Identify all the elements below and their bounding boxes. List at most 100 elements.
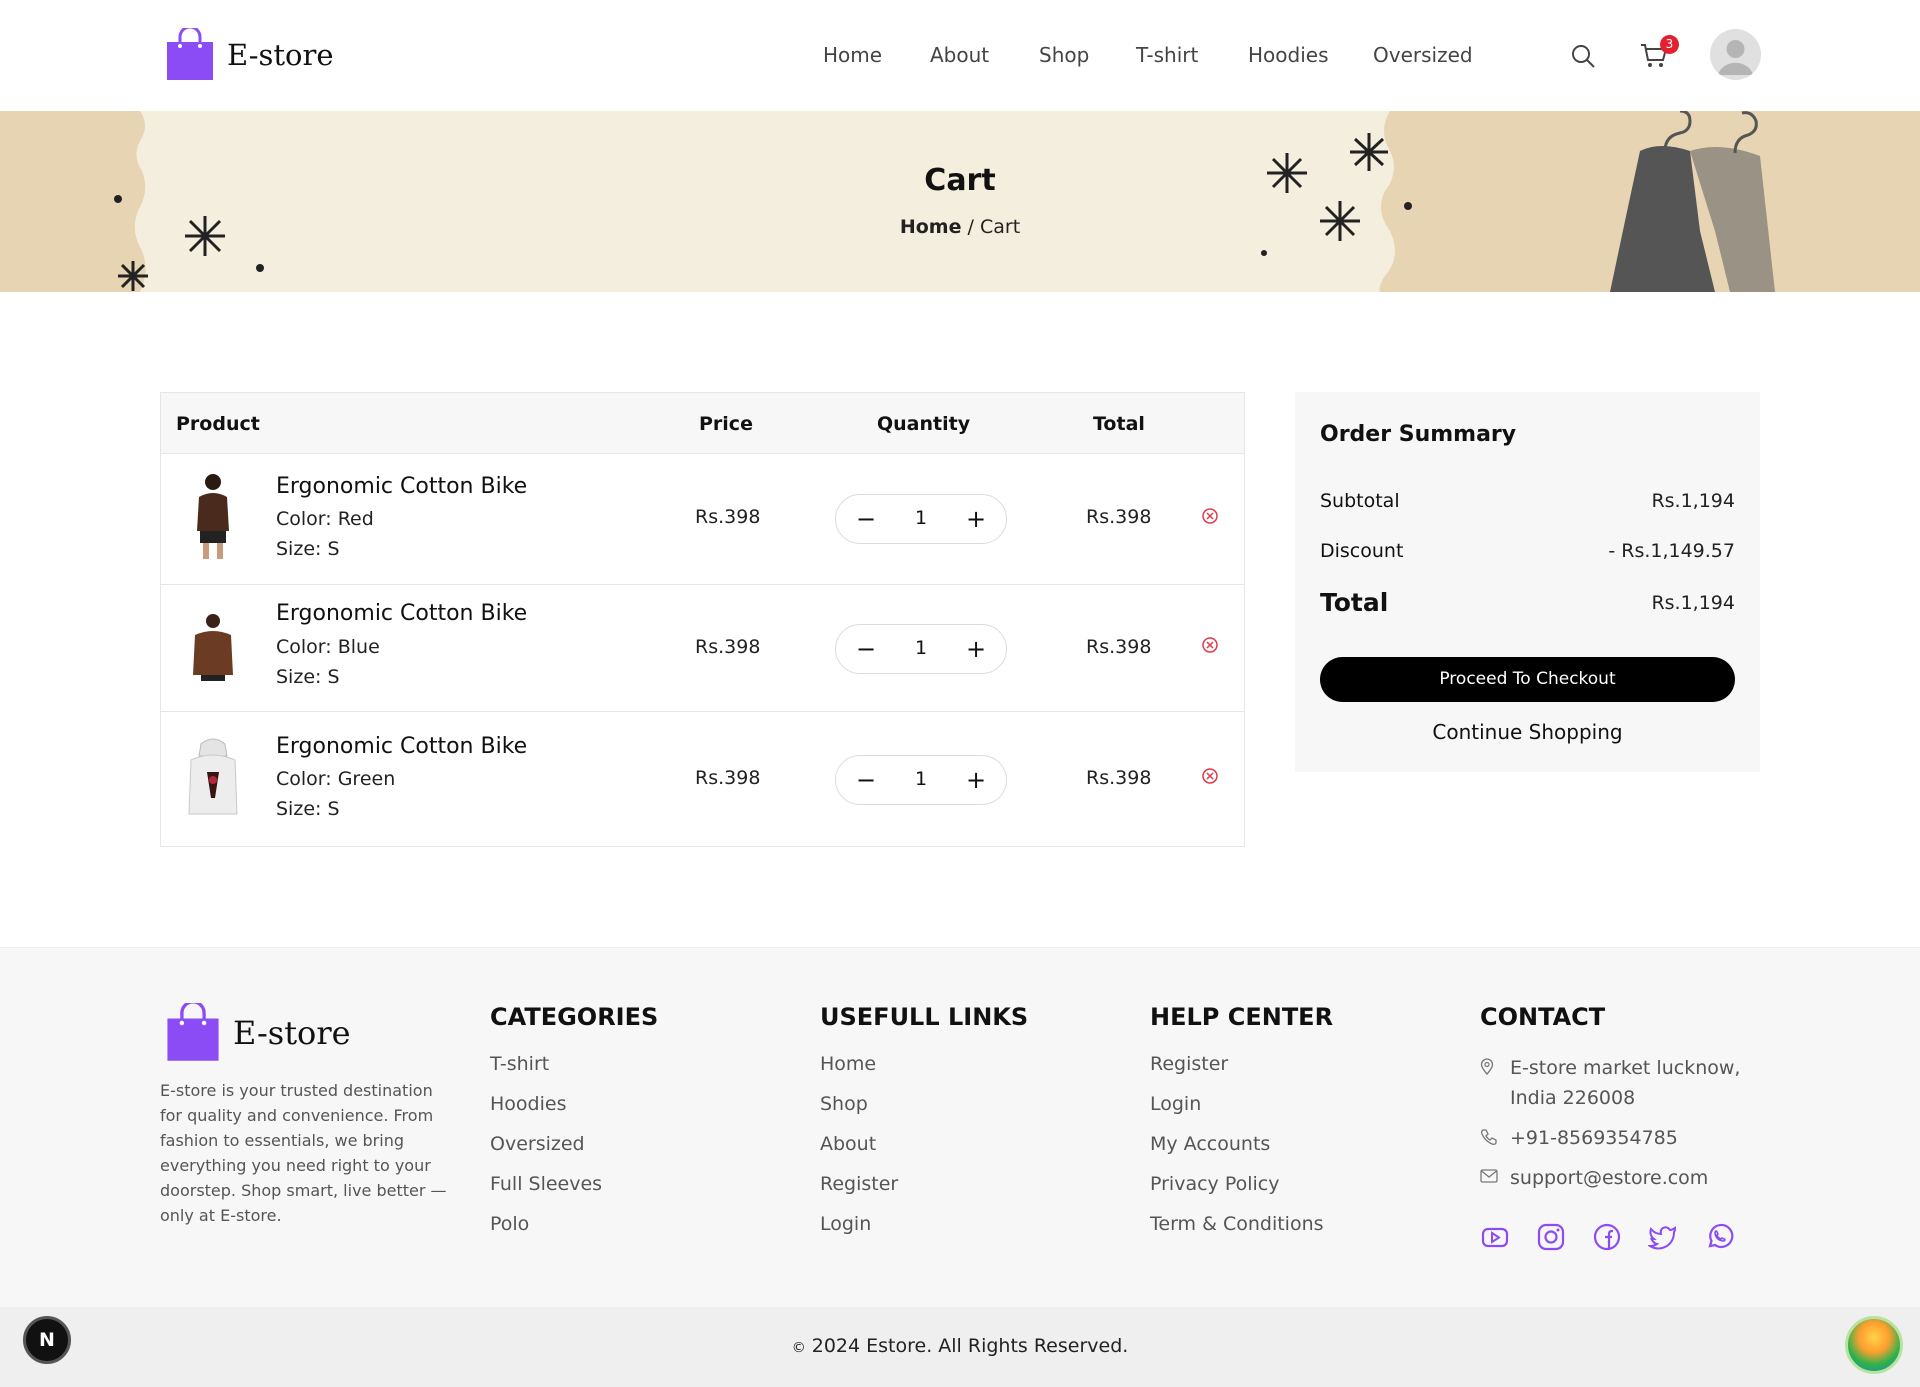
footer-link[interactable]: T-shirt xyxy=(490,1053,658,1093)
remove-icon[interactable] xyxy=(1201,507,1219,525)
footer-link[interactable]: Login xyxy=(1150,1093,1333,1133)
breadcrumb-current: / Cart xyxy=(967,216,1021,238)
product-image[interactable] xyxy=(183,603,243,695)
footer-link[interactable]: Full Sleeves xyxy=(490,1173,658,1213)
decrease-button[interactable]: − xyxy=(849,502,883,536)
footer-link[interactable]: About xyxy=(820,1133,1028,1173)
shopping-bag-icon xyxy=(167,28,213,80)
quantity-value[interactable]: 1 xyxy=(896,637,946,659)
footer-contact: CONTACT E-store market lucknow, India 22… xyxy=(1480,1003,1770,1193)
nav-home[interactable]: Home xyxy=(823,43,882,67)
footer-link[interactable]: My Accounts xyxy=(1150,1133,1333,1173)
discount-value: - Rs.1,149.57 xyxy=(1608,540,1735,562)
instagram-icon[interactable] xyxy=(1536,1222,1566,1252)
table-header: Product Price Quantity Total xyxy=(161,393,1244,454)
whatsapp-icon[interactable] xyxy=(1704,1222,1734,1252)
decrease-button[interactable]: − xyxy=(849,632,883,666)
table-row: Ergonomic Cotton Bike Color: Green Size:… xyxy=(161,712,1244,846)
phone-text: +91-8569354785 xyxy=(1510,1127,1678,1149)
remove-icon[interactable] xyxy=(1201,767,1219,785)
footer-link[interactable]: Term & Conditions xyxy=(1150,1213,1333,1253)
increase-button[interactable]: + xyxy=(959,763,993,797)
categories-heading: CATEGORIES xyxy=(490,1003,659,1031)
increase-button[interactable]: + xyxy=(959,632,993,666)
email-text: support@estore.com xyxy=(1510,1167,1709,1189)
footer-link[interactable]: Home xyxy=(820,1053,1028,1093)
nav-oversized[interactable]: Oversized xyxy=(1373,43,1473,67)
footer-brand-name: E-store xyxy=(233,1014,351,1052)
footer-link[interactable]: Privacy Policy xyxy=(1150,1173,1333,1213)
product-price: Rs.398 xyxy=(695,506,761,528)
user-icon xyxy=(1718,40,1753,75)
product-size: Size: S xyxy=(276,538,340,560)
footer-categories: CATEGORIES T-shirt Hoodies Oversized Ful… xyxy=(490,1003,658,1253)
continue-shopping-link[interactable]: Continue Shopping xyxy=(1320,720,1735,744)
quantity-value[interactable]: 1 xyxy=(896,768,946,790)
product-name[interactable]: Ergonomic Cotton Bike xyxy=(276,734,527,759)
twitter-icon[interactable] xyxy=(1648,1222,1678,1252)
remove-icon[interactable] xyxy=(1201,636,1219,654)
facebook-icon[interactable] xyxy=(1592,1222,1622,1252)
total-label: Total xyxy=(1320,588,1389,617)
footer-link[interactable]: Oversized xyxy=(490,1133,658,1173)
footer-link[interactable]: Polo xyxy=(490,1213,658,1253)
product-name[interactable]: Ergonomic Cotton Bike xyxy=(276,474,527,499)
phone-icon xyxy=(1481,1129,1497,1145)
product-color: Color: Green xyxy=(276,768,396,790)
footer-link[interactable]: Hoodies xyxy=(490,1093,658,1133)
shopping-bag-icon xyxy=(167,1003,219,1061)
social-links xyxy=(1480,1222,1760,1252)
floating-app-icon[interactable] xyxy=(1845,1316,1903,1374)
quantity-stepper: − 1 + xyxy=(835,494,1007,544)
footer-logo[interactable]: E-store xyxy=(165,1003,351,1063)
nav-shop[interactable]: Shop xyxy=(1039,43,1089,67)
contact-heading: CONTACT xyxy=(1480,1003,1606,1031)
nav-tshirt[interactable]: T-shirt xyxy=(1136,43,1198,67)
footer-help-center: HELP CENTER Register Login My Accounts P… xyxy=(1150,1003,1333,1253)
nav-about[interactable]: About xyxy=(930,43,989,67)
product-image[interactable] xyxy=(183,732,243,824)
decrease-button[interactable]: − xyxy=(849,763,883,797)
header-quantity: Quantity xyxy=(877,413,971,435)
contact-phone[interactable]: +91-8569354785 xyxy=(1480,1123,1770,1153)
product-image[interactable] xyxy=(183,469,243,561)
quantity-value[interactable]: 1 xyxy=(896,507,946,529)
breadcrumb-home[interactable]: Home xyxy=(900,216,962,238)
table-row: Ergonomic Cotton Bike Color: Red Size: S… xyxy=(161,454,1244,585)
footer-link[interactable]: Register xyxy=(820,1173,1028,1213)
youtube-icon[interactable] xyxy=(1480,1222,1510,1252)
quantity-stepper: − 1 + xyxy=(835,755,1007,805)
nav-hoodies[interactable]: Hoodies xyxy=(1248,43,1329,67)
footer-link[interactable]: Login xyxy=(820,1213,1028,1253)
brand-name: E-store xyxy=(227,38,334,72)
footer-link[interactable]: Shop xyxy=(820,1093,1028,1133)
search-icon[interactable] xyxy=(1570,43,1596,69)
page-banner: Cart Home / Cart xyxy=(0,111,1920,292)
product-price: Rs.398 xyxy=(695,767,761,789)
copyright-label: 2024 Estore. All Rights Reserved. xyxy=(811,1335,1129,1357)
total-value: Rs.1,194 xyxy=(1651,592,1735,614)
site-header: E-store Home About Shop T-shirt Hoodies … xyxy=(0,0,1920,111)
footer-link[interactable]: Register xyxy=(1150,1053,1333,1093)
page-title: Cart xyxy=(924,163,996,198)
dev-tools-button[interactable]: N xyxy=(23,1316,71,1364)
subtotal-value: Rs.1,194 xyxy=(1651,490,1735,512)
increase-button[interactable]: + xyxy=(959,502,993,536)
brand-logo[interactable]: E-store xyxy=(165,28,334,82)
site-footer: E-store E-store is your trusted destinat… xyxy=(0,947,1920,1307)
product-total: Rs.398 xyxy=(1086,767,1152,789)
product-name[interactable]: Ergonomic Cotton Bike xyxy=(276,601,527,626)
location-icon xyxy=(1480,1058,1494,1075)
product-size: Size: S xyxy=(276,666,340,688)
header-product: Product xyxy=(176,413,260,435)
contact-email[interactable]: support@estore.com xyxy=(1480,1163,1770,1193)
table-row: Ergonomic Cotton Bike Color: Blue Size: … xyxy=(161,585,1244,712)
order-summary: Order Summary Subtotal Rs.1,194 Discount… xyxy=(1295,392,1760,772)
header-price: Price xyxy=(699,413,753,435)
links-heading: USEFULL LINKS xyxy=(820,1003,1029,1031)
avatar[interactable] xyxy=(1710,29,1761,80)
copyright-bar: © 2024 Estore. All Rights Reserved. xyxy=(0,1307,1920,1387)
checkout-button[interactable]: Proceed To Checkout xyxy=(1320,657,1735,702)
product-color: Color: Red xyxy=(276,508,374,530)
header-total: Total xyxy=(1093,413,1145,435)
